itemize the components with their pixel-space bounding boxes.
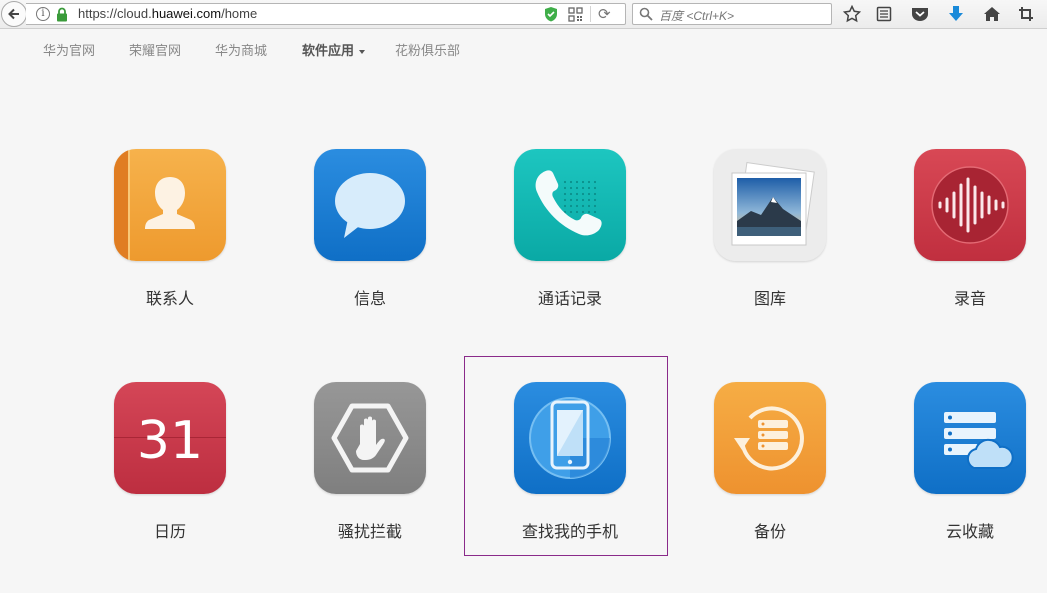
info-icon[interactable]: i xyxy=(36,7,50,21)
download-icon[interactable] xyxy=(946,4,966,24)
app-recorder[interactable]: 录音 xyxy=(864,149,1047,349)
crop-icon[interactable] xyxy=(1016,4,1036,24)
arrow-left-icon xyxy=(8,8,19,20)
url-domain: huawei.com xyxy=(151,6,222,21)
app-label: 日历 xyxy=(153,522,186,541)
app-backup[interactable]: 备份 xyxy=(664,382,864,582)
url-prefix: https://cloud. xyxy=(78,6,152,21)
home-icon[interactable] xyxy=(982,4,1002,24)
shield-icon[interactable] xyxy=(544,6,558,22)
app-contacts[interactable]: 联系人 xyxy=(64,149,264,349)
app-label: 备份 xyxy=(753,522,786,541)
browser-toolbar: i https://cloud.huawei.com/home ⟳ 百度 <Ct… xyxy=(0,0,1047,29)
app-messages[interactable]: 信息 xyxy=(264,149,464,349)
url-path: /home xyxy=(221,6,258,21)
app-label: 通话记录 xyxy=(537,289,602,308)
backup-icon xyxy=(714,382,826,494)
gallery-icon xyxy=(714,149,826,261)
app-label: 图库 xyxy=(753,289,786,308)
pocket-icon[interactable] xyxy=(910,4,930,24)
block-icon xyxy=(314,382,426,494)
nav-item-label: 软件应用 xyxy=(302,44,355,59)
url-bar[interactable]: i https://cloud.huawei.com/home ⟳ xyxy=(26,3,626,25)
app-harassment-block[interactable]: 骚扰拦截 xyxy=(264,382,464,582)
chevron-down-icon xyxy=(359,49,366,54)
app-calendar[interactable]: 31 日历 xyxy=(64,382,264,582)
back-button[interactable] xyxy=(1,1,27,27)
reader-list-icon[interactable] xyxy=(874,4,894,24)
calendar-day: 31 xyxy=(137,411,203,471)
url-text[interactable]: https://cloud.huawei.com/home xyxy=(78,6,257,21)
search-bar[interactable]: 百度 <Ctrl+K> xyxy=(632,3,832,25)
url-separator xyxy=(590,6,591,22)
app-label: 信息 xyxy=(353,289,386,308)
recorder-icon xyxy=(914,149,1026,261)
reload-icon[interactable]: ⟳ xyxy=(598,5,611,23)
call-log-icon xyxy=(514,149,626,261)
bookmark-star-icon[interactable] xyxy=(842,4,862,24)
qr-code-icon[interactable] xyxy=(568,7,583,22)
contacts-icon xyxy=(114,149,226,261)
nav-item-vmall[interactable]: 华为商城 xyxy=(215,40,267,59)
hover-highlight xyxy=(464,356,668,556)
search-icon xyxy=(639,7,653,21)
cloud-favorites-icon xyxy=(914,382,1026,494)
lock-icon[interactable] xyxy=(56,7,68,22)
nav-item-software-apps[interactable]: 软件应用 xyxy=(302,40,366,59)
search-placeholder: 百度 <Ctrl+K> xyxy=(659,9,735,23)
messages-icon xyxy=(314,149,426,261)
calendar-icon: 31 xyxy=(114,382,226,494)
app-label: 云收藏 xyxy=(945,522,994,541)
app-cloud-favorites[interactable]: 云收藏 xyxy=(864,382,1047,582)
nav-item-huawei-official[interactable]: 华为官网 xyxy=(43,40,95,59)
app-gallery[interactable]: 图库 xyxy=(664,149,864,349)
nav-item-honor-official[interactable]: 荣耀官网 xyxy=(129,40,181,59)
app-label: 骚扰拦截 xyxy=(337,522,402,541)
nav-item-fans-club[interactable]: 花粉俱乐部 xyxy=(395,40,460,59)
site-nav: 华为官网 荣耀官网 华为商城 软件应用 花粉俱乐部 xyxy=(0,40,1047,64)
app-label: 联系人 xyxy=(145,289,194,308)
app-call-log[interactable]: 通话记录 xyxy=(464,149,664,349)
app-label: 录音 xyxy=(953,289,986,308)
